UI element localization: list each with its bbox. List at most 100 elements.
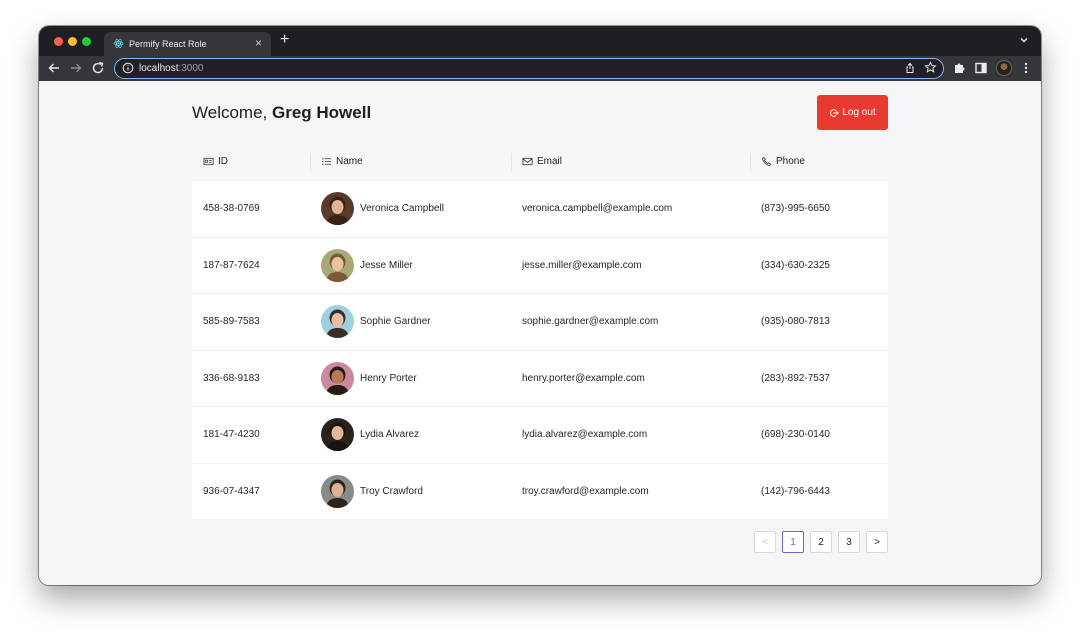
user-id: 336-68-9183: [203, 372, 260, 384]
user-name-cell: Lydia Alvarez: [360, 429, 420, 441]
cell-email: lydia.alvarez@example.com: [511, 429, 750, 440]
side-panel-icon[interactable]: [974, 61, 988, 75]
url-host: localhost: [139, 63, 179, 74]
user-name-cell: Jesse Miller: [360, 259, 413, 271]
cell-name: Henry Porter: [310, 361, 511, 395]
user-id: 187-87-7624: [203, 259, 260, 271]
user-id: 458-38-0769: [203, 203, 260, 215]
column-label-email: Email: [537, 156, 563, 167]
table-row[interactable]: 187-87-7624 Jesse Miller jesse.miller@ex…: [192, 237, 888, 294]
user-id: 936-07-4347: [203, 485, 260, 497]
logout-button[interactable]: Log out: [817, 95, 888, 130]
mail-icon: [522, 157, 533, 166]
column-label-name: Name: [336, 156, 363, 167]
pagination: <1 2 3 >: [754, 531, 888, 553]
cell-name: Troy Crawford: [310, 474, 511, 508]
browser-tab[interactable]: Permify React Role ×: [104, 32, 271, 56]
cell-id: 585-89-7583: [192, 316, 310, 327]
page-button-3[interactable]: 3: [838, 531, 860, 553]
react-icon: [113, 39, 124, 48]
cell-phone: (873)-995-6650: [750, 203, 888, 214]
cell-email: troy.crawford@example.com: [511, 486, 750, 497]
user-name: Greg Howell: [272, 103, 372, 122]
table-row[interactable]: 936-07-4347 Troy Crawford troy.crawford@…: [192, 463, 888, 520]
cell-phone: (283)-892-7537: [750, 373, 888, 384]
cell-email: sophie.gardner@example.com: [511, 316, 750, 327]
bookmark-star-icon[interactable]: [924, 61, 937, 74]
url-port: :3000: [178, 63, 204, 74]
cell-email: jesse.miller@example.com: [511, 260, 750, 271]
share-icon[interactable]: [904, 62, 916, 74]
user-email: sophie.gardner@example.com: [522, 316, 659, 328]
cell-id: 336-68-9183: [192, 373, 310, 384]
table-row[interactable]: 181-47-4230 Lydia Alvarez lydia.alvarez@…: [192, 407, 888, 464]
maximize-window-button[interactable]: [82, 37, 91, 46]
minimize-window-button[interactable]: [68, 37, 77, 46]
avatar: [321, 248, 354, 282]
table-row[interactable]: 458-38-0769 Veronica Campbell veronica.c…: [192, 181, 888, 238]
column-header-id[interactable]: ID: [192, 143, 310, 180]
forward-arrow-icon[interactable]: [69, 61, 83, 75]
logout-icon: [830, 108, 840, 117]
new-tab-button[interactable]: +: [280, 31, 289, 49]
cell-phone: (142)-796-6443: [750, 486, 888, 497]
list-icon: [322, 158, 332, 165]
title-bar: Permify React Role × +: [39, 26, 1041, 56]
profile-avatar[interactable]: [996, 60, 1012, 76]
cell-name: Veronica Campbell: [310, 192, 511, 226]
column-header-name[interactable]: Name: [310, 143, 511, 180]
browser-window: Permify React Role × + localhost:3000 We…: [39, 26, 1041, 585]
extensions-puzzle-icon[interactable]: [952, 61, 966, 75]
user-phone: (334)-630-2325: [761, 259, 830, 271]
user-phone: (142)-796-6443: [761, 485, 830, 497]
next-page-button[interactable]: >: [866, 531, 888, 553]
reload-icon[interactable]: [91, 61, 105, 75]
user-email: troy.crawford@example.com: [522, 485, 649, 497]
table-body: 458-38-0769 Veronica Campbell veronica.c…: [192, 181, 888, 520]
cell-email: veronica.campbell@example.com: [511, 203, 750, 214]
user-email: jesse.miller@example.com: [522, 259, 642, 271]
site-info-icon[interactable]: [122, 62, 134, 74]
users-table: ID Name Email Phone 458-38-0769 Veronica…: [192, 143, 888, 520]
user-phone: (935)-080-7813: [761, 316, 830, 328]
user-phone: (873)-995-6650: [761, 203, 830, 215]
cell-phone: (334)-630-2325: [750, 260, 888, 271]
avatar: [321, 192, 354, 226]
column-header-email[interactable]: Email: [511, 143, 750, 180]
cell-id: 187-87-7624: [192, 260, 310, 271]
table-row[interactable]: 336-68-9183 Henry Porter henry.porter@ex…: [192, 350, 888, 407]
column-label-id: ID: [218, 156, 228, 167]
prev-page-button[interactable]: <: [754, 531, 776, 553]
cell-id: 458-38-0769: [192, 203, 310, 214]
cell-phone: (698)-230-0140: [750, 429, 888, 440]
id-card-icon: [203, 157, 214, 166]
cell-phone: (935)-080-7813: [750, 316, 888, 327]
cell-name: Sophie Gardner: [310, 305, 511, 339]
phone-icon: [762, 156, 772, 166]
cell-name: Lydia Alvarez: [310, 418, 511, 452]
page-button-1[interactable]: 1: [782, 531, 804, 553]
url-text: localhost:3000: [139, 63, 204, 74]
more-vertical-icon[interactable]: [1021, 61, 1031, 75]
page-content: Welcome, Greg Howell Log out ID Name Ema…: [39, 81, 1041, 585]
close-window-button[interactable]: [54, 37, 63, 46]
user-id: 181-47-4230: [203, 429, 260, 441]
user-email: henry.porter@example.com: [522, 372, 645, 384]
tab-title: Permify React Role: [129, 39, 207, 49]
tab-close-icon[interactable]: ×: [255, 36, 262, 50]
table-header: ID Name Email Phone: [192, 143, 888, 181]
browser-toolbar: localhost:3000: [39, 56, 1041, 81]
back-arrow-icon[interactable]: [47, 61, 61, 75]
user-phone: (698)-230-0140: [761, 429, 830, 441]
user-name-cell: Henry Porter: [360, 372, 417, 384]
logout-label: Log out: [842, 107, 876, 118]
column-header-phone[interactable]: Phone: [750, 143, 888, 180]
welcome-heading: Welcome, Greg Howell: [192, 103, 371, 123]
cell-email: henry.porter@example.com: [511, 373, 750, 384]
table-row[interactable]: 585-89-7583 Sophie Gardner sophie.gardne…: [192, 294, 888, 351]
user-name-cell: Veronica Campbell: [360, 203, 444, 215]
page-button-2[interactable]: 2: [810, 531, 832, 553]
tab-search-chevron-icon[interactable]: [1019, 35, 1029, 45]
avatar: [321, 361, 354, 395]
address-bar[interactable]: localhost:3000: [114, 58, 944, 79]
